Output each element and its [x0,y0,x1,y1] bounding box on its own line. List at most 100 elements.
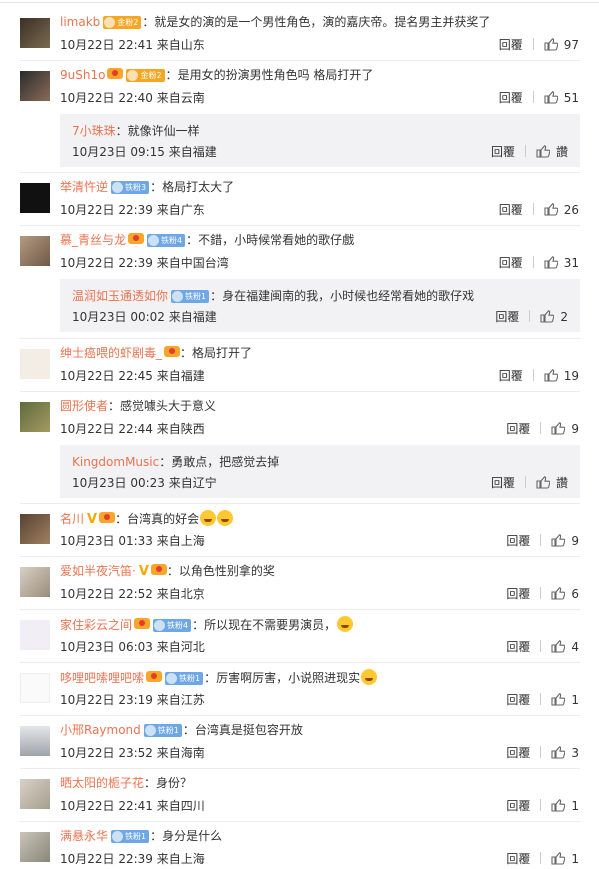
reply-button[interactable]: 回覆 [506,799,530,813]
comment-text: 台湾真是挺包容开放 [194,723,303,737]
fan-badge[interactable]: 铁粉4 [147,234,186,247]
like-button[interactable]: 19 [544,369,579,383]
avatar[interactable] [20,349,50,379]
username[interactable]: 温润如玉通透如你 [72,289,168,303]
reply-button[interactable]: 回覆 [499,369,523,383]
reply-button[interactable]: 回覆 [491,476,515,490]
username[interactable]: 小邢Raymond [60,723,141,737]
avatar[interactable] [20,567,50,597]
like-button[interactable]: 9 [551,534,579,548]
reply-button[interactable]: 回覆 [491,145,515,159]
avatar[interactable] [20,673,50,703]
like-count: 6 [571,587,579,601]
like-button[interactable]: 9 [551,422,579,436]
like-button[interactable]: 讚 [536,476,568,490]
row-divider [20,391,580,392]
row-divider [20,172,580,173]
reply-button[interactable]: 回覆 [506,534,530,548]
username[interactable]: 家住彩云之间 [60,618,132,632]
thumbs-up-icon [540,310,555,323]
comment-text: 身分是什么 [162,829,223,843]
fan-badge[interactable]: 铁粉1 [111,830,150,843]
avatar[interactable] [20,726,50,756]
reply-button[interactable]: 回覆 [506,693,530,707]
vip-icon [107,67,124,80]
thumbs-up-icon [544,203,558,216]
username[interactable]: 7小珠珠 [72,124,116,138]
reply-button[interactable]: 回覆 [506,587,530,601]
username[interactable]: limakb [60,15,100,29]
crying-emoji-icon [361,669,378,685]
comment-text: 所以现在不需要男演员， [204,618,337,632]
fan-badge[interactable]: 铁粉1 [165,672,204,685]
reply-meta: 10月23日 00:02 来自福建 [72,310,217,324]
like-button[interactable]: 1 [551,852,579,866]
like-button[interactable]: 26 [544,203,579,217]
avatar[interactable] [20,18,50,48]
username[interactable]: 哆哩吧嗦哩吧嗦 [60,671,144,685]
fan-badge[interactable]: 铁粉1 [143,724,182,737]
avatar[interactable] [20,514,50,544]
avatar[interactable] [20,832,50,862]
fan-badge[interactable]: 铁粉4 [153,619,192,632]
reply-button[interactable]: 回覆 [499,38,523,52]
fan-badge-icon [166,673,178,684]
username[interactable]: 满悬永华 [60,829,108,843]
reply-button[interactable]: 回覆 [506,640,530,654]
like-button[interactable]: 3 [551,746,579,760]
comment-meta: 10月23日 01:33 来自上海 [60,534,205,548]
fan-badge[interactable]: 金粉2 [103,16,142,29]
like-button[interactable]: 31 [544,256,579,270]
reply-button[interactable]: 回覆 [506,422,530,436]
avatar[interactable] [20,71,50,101]
like-count: 1 [571,693,579,707]
like-button[interactable]: 51 [544,91,579,105]
fan-badge-icon [154,620,166,631]
username[interactable]: 9uSh1o [60,68,105,82]
thumbs-up-icon [551,534,566,547]
reply-button[interactable]: 回覆 [495,310,519,324]
reply-box: 温润如玉通透如你 铁粉1 ：身在福建闽南的我，小时候也经常看她的歌仔戏 10月23日… [60,279,580,332]
like-button[interactable]: 4 [551,640,579,654]
fan-badge[interactable]: 金粉2 [126,69,165,82]
avatar[interactable] [20,779,50,809]
comment-meta: 10月22日 22:45 来自福建 [60,369,205,383]
fan-badge[interactable]: 铁粉1 [171,290,210,303]
like-button[interactable]: 6 [551,587,579,601]
avatar[interactable] [20,183,50,213]
vip-icon [150,563,167,576]
like-count: 51 [563,91,579,105]
like-button[interactable]: 1 [551,693,579,707]
fan-badge[interactable]: 铁粉3 [111,181,150,194]
username[interactable]: 举清忤逆 [60,180,108,194]
like-button[interactable]: 1 [551,799,579,813]
reply-button[interactable]: 回覆 [506,746,530,760]
comment-actions: 回覆 1 [506,798,579,814]
comment-actions: 回覆 6 [506,586,579,602]
reply-button[interactable]: 回覆 [506,852,530,866]
username[interactable]: KingdomMusic [72,455,159,469]
like-button[interactable]: 讚 [536,145,568,159]
comment-meta: 10月22日 22:44 来自陕西 [60,422,205,436]
username[interactable]: 爱如半夜汽笛· [60,564,136,578]
like-count: 1 [571,852,579,866]
username[interactable]: 绅士癌喂的虾剧毒_ [60,346,162,360]
like-button[interactable]: 97 [544,38,579,52]
reply-button[interactable]: 回覆 [499,203,523,217]
reply-button[interactable]: 回覆 [499,91,523,105]
avatar[interactable] [20,236,50,266]
username[interactable]: 名川 [60,512,84,526]
username[interactable]: 晒太阳的栀子花 [60,776,144,790]
row-divider [20,768,580,769]
comment-actions: 回覆 1 [506,851,579,867]
avatar[interactable] [20,402,50,432]
comment-meta: 10月22日 22:39 来自上海 [60,852,205,866]
row-divider [20,662,580,663]
like-button[interactable]: 2 [540,310,568,324]
avatar[interactable] [20,620,50,650]
reply-button[interactable]: 回覆 [499,256,523,270]
username[interactable]: 慕_青丝与龙 [60,233,126,247]
username[interactable]: 圆形使者 [60,399,108,413]
reply-box: KingdomMusic：勇敢点，把感觉去掉 10月23日 00:23 来自辽宁… [60,445,580,498]
comment-meta: 10月22日 23:52 来自海南 [60,746,205,760]
